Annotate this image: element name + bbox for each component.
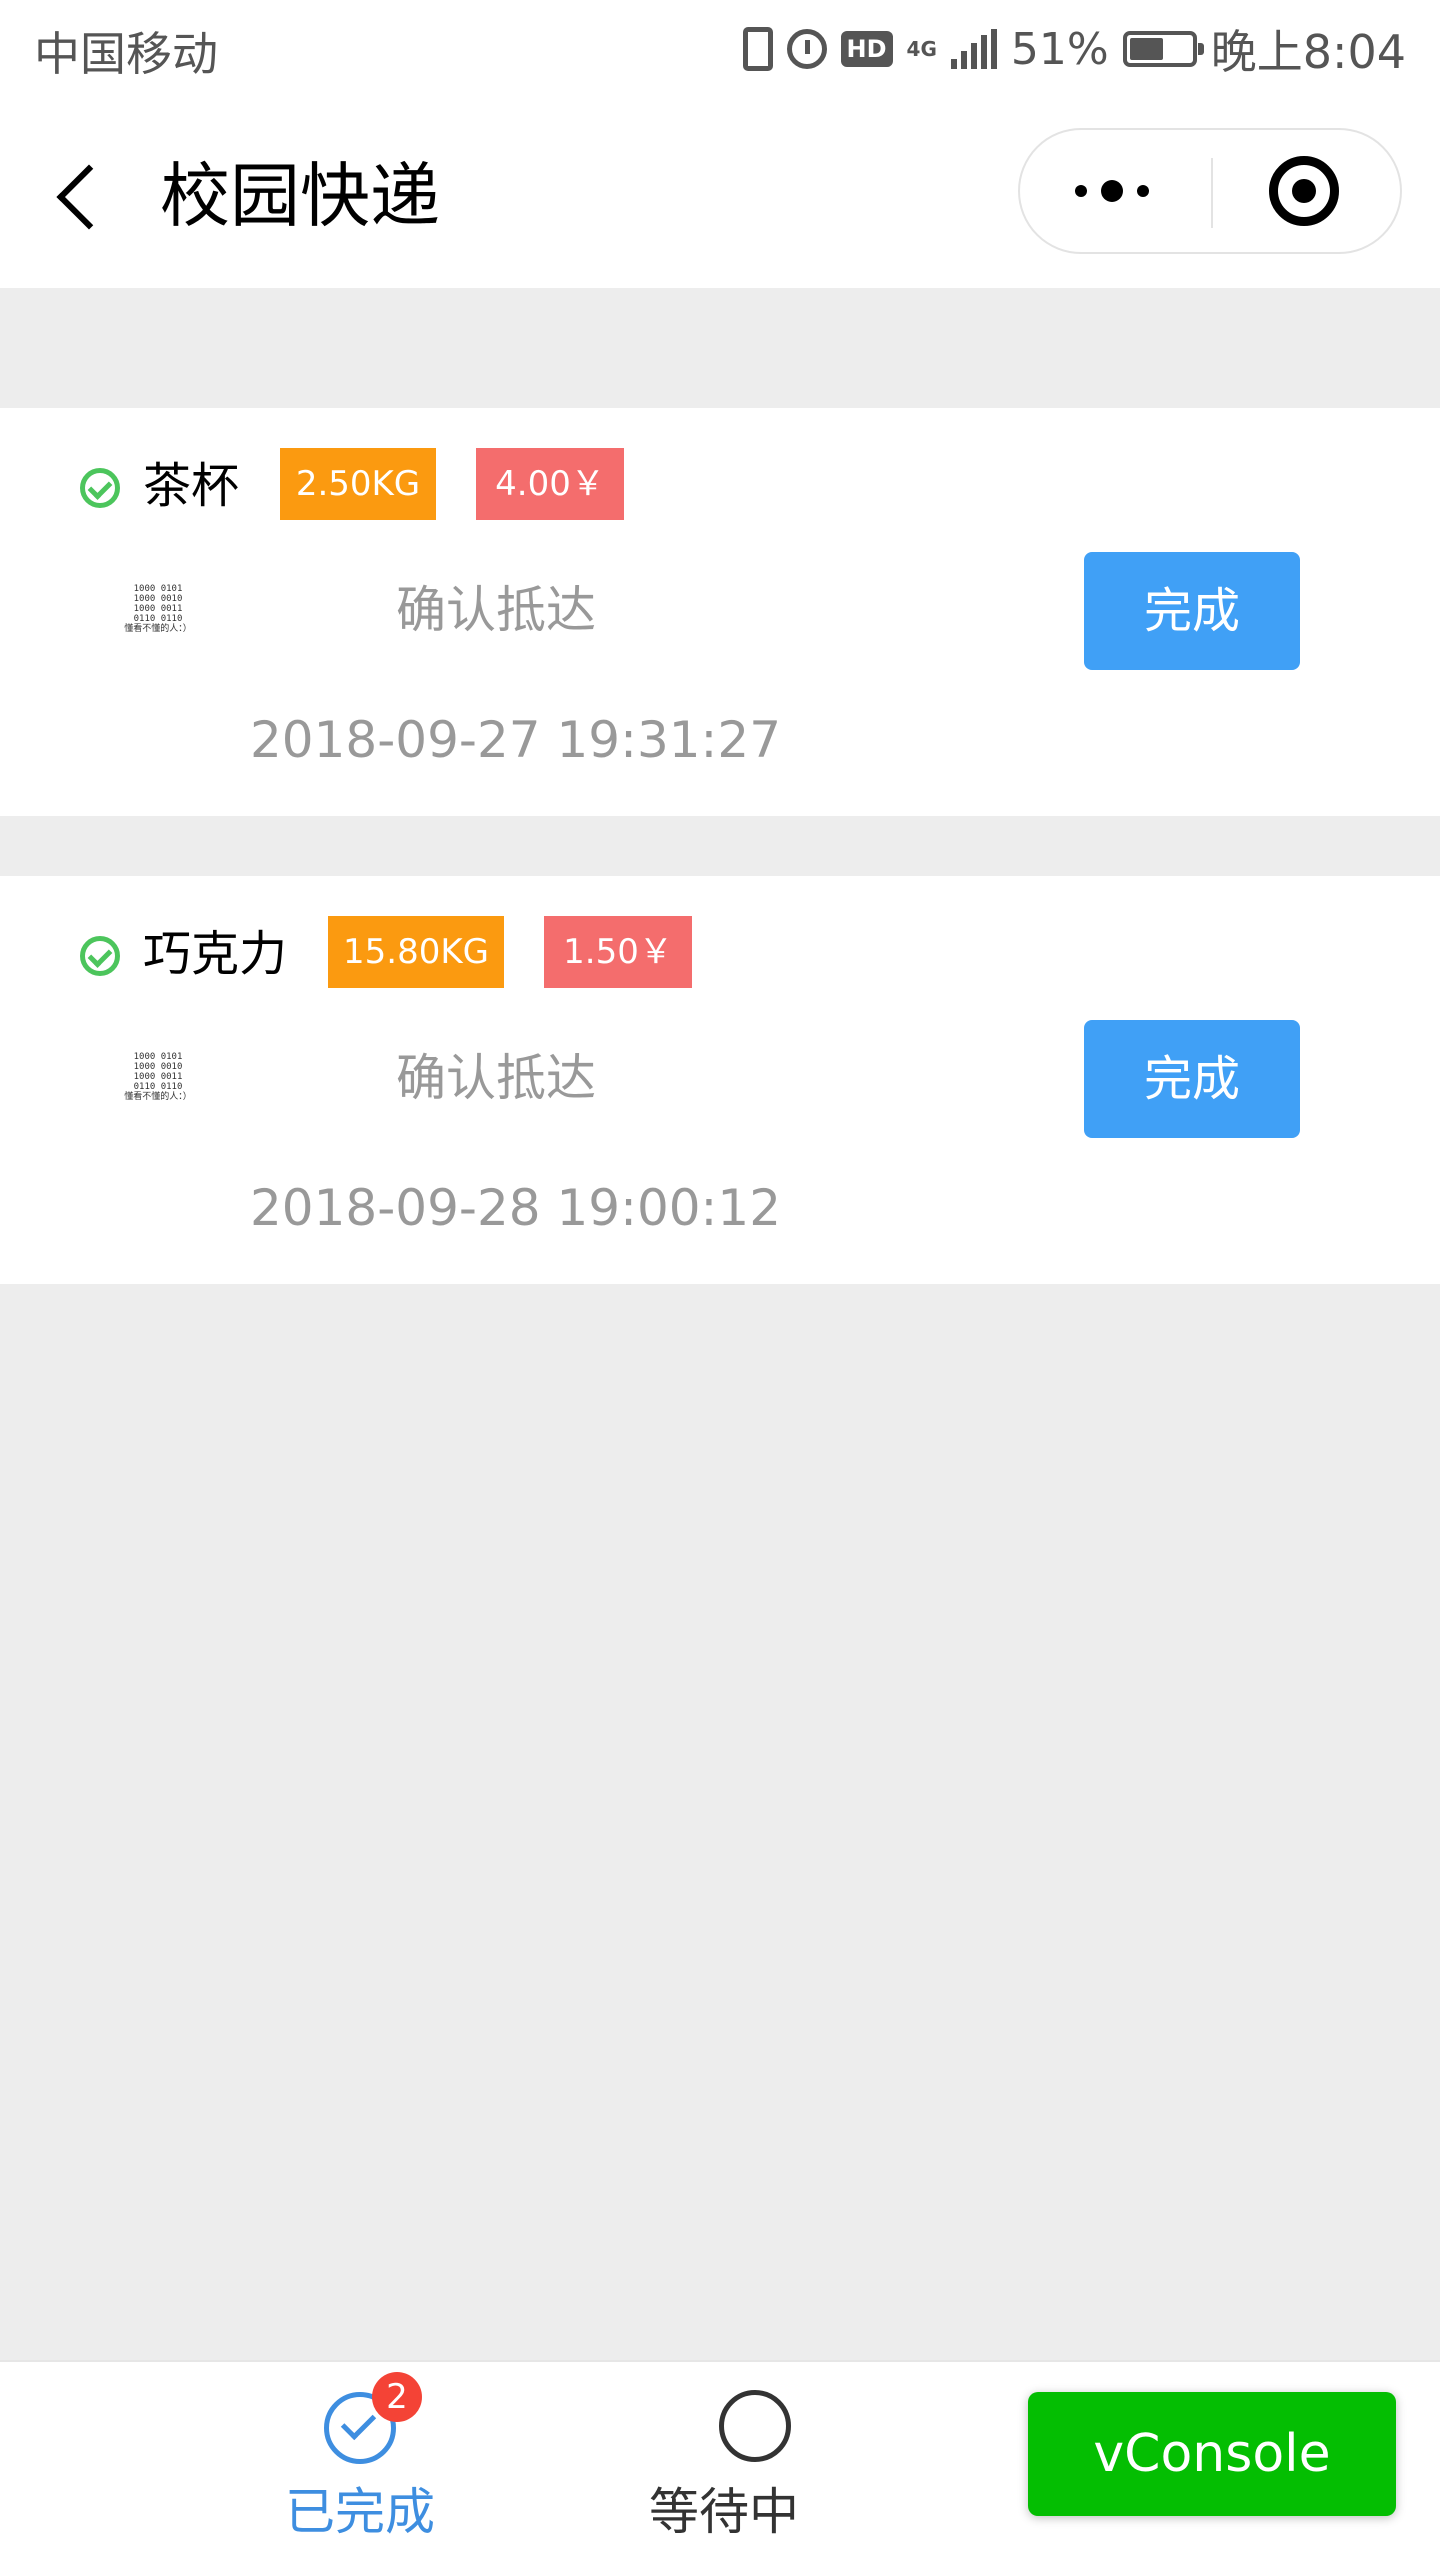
more-dots-icon — [1075, 180, 1149, 202]
complete-button[interactable]: 完成 — [1084, 1020, 1300, 1138]
title-bar: 校园快递 — [0, 100, 1440, 288]
order-card: 茶杯 2.50KG 4.00￥ 1000 0101 1000 0010 1000… — [0, 408, 1440, 816]
check-circle-icon — [80, 468, 120, 508]
battery-percent: 51% — [1010, 23, 1109, 75]
vibrate-icon — [742, 27, 773, 71]
battery-icon — [1122, 31, 1204, 67]
back-button[interactable] — [40, 150, 122, 240]
item-name: 茶杯 — [143, 458, 240, 514]
hd-icon: HD — [840, 31, 893, 67]
complete-button[interactable]: 完成 — [1084, 552, 1300, 670]
vconsole-button[interactable]: vConsole — [1028, 2392, 1396, 2516]
signal-icon — [950, 29, 997, 69]
check-circle-icon — [80, 936, 120, 976]
order-timestamp: 2018-09-28 19:00:12 — [250, 1179, 782, 1237]
weight-tag: 15.80KG — [328, 916, 504, 988]
price-tag: 4.00￥ — [476, 448, 624, 520]
clock-icon — [719, 2390, 791, 2462]
tab-label: 等待中 — [649, 2483, 799, 2541]
mini-program-capsule — [1018, 128, 1402, 254]
back-chevron-icon — [56, 164, 122, 230]
order-timestamp: 2018-09-27 19:31:27 — [250, 711, 782, 769]
price-tag: 1.50￥ — [544, 916, 692, 988]
page-title: 校园快递 — [160, 155, 440, 237]
more-button[interactable] — [1020, 130, 1210, 252]
package-thumbnail: 1000 0101 1000 0010 1000 0011 0110 0110 … — [124, 584, 192, 634]
status-time: 晚上8:04 — [1210, 25, 1406, 79]
unread-badge: 2 — [372, 2372, 422, 2422]
close-button[interactable] — [1213, 130, 1402, 252]
order-status: 确认抵达 — [396, 581, 596, 639]
package-thumbnail: 1000 0101 1000 0010 1000 0011 0110 0110 … — [124, 1052, 192, 1102]
status-icons: HD 4G 51% 晚上8:04 — [742, 16, 1406, 82]
close-target-icon — [1269, 156, 1339, 226]
order-status: 确认抵达 — [396, 1049, 596, 1107]
network-type: 4G — [906, 37, 937, 61]
status-bar: 中国移动 HD 4G 51% 晚上8:04 — [0, 0, 1440, 100]
order-card: 巧克力 15.80KG 1.50￥ 1000 0101 1000 0010 10… — [0, 876, 1440, 1284]
alarm-icon — [786, 29, 827, 69]
item-name: 巧克力 — [143, 926, 288, 982]
carrier-name: 中国移动 — [34, 27, 218, 81]
weight-tag: 2.50KG — [280, 448, 436, 520]
